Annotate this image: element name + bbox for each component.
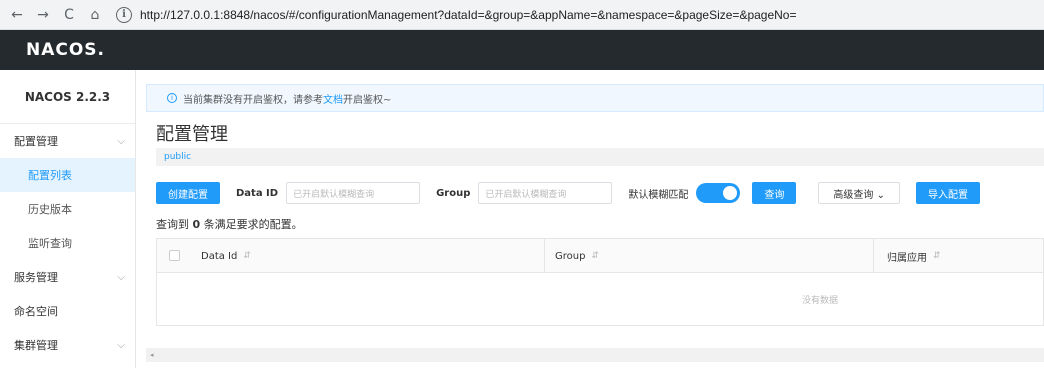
sidebar-item-namespace[interactable]: 命名空间 xyxy=(0,294,135,328)
search-button[interactable]: 查询 xyxy=(752,182,797,204)
group-input[interactable]: 已开启默认模糊查询 xyxy=(478,182,613,204)
sidebar-item-config-management[interactable]: 配置管理 ⌵ xyxy=(0,124,135,158)
page-title: 配置管理 xyxy=(156,124,228,145)
sidebar-item-label: 监听查询 xyxy=(28,237,72,250)
version-label: NACOS 2.2.3 xyxy=(0,70,135,124)
filter-bar: 创建配置 Data ID 已开启默认模糊查询 Group 已开启默认模糊查询 默… xyxy=(156,182,1044,204)
import-config-button[interactable]: 导入配置 xyxy=(915,182,980,204)
namespace-public[interactable]: public xyxy=(164,152,191,162)
reload-icon[interactable]: C xyxy=(58,4,80,26)
sidebar-item-history[interactable]: 历史版本 xyxy=(0,192,135,226)
top-header: NACOS. xyxy=(0,30,1044,70)
sort-icon[interactable]: ⇵ xyxy=(591,251,599,261)
namespace-bar: public xyxy=(156,148,1044,166)
sidebar-item-label: 服务管理 xyxy=(14,271,58,284)
result-suffix: 条满足要求的配置。 xyxy=(200,218,303,231)
result-count: 0 xyxy=(192,218,201,231)
chevron-down-icon: ⌵ xyxy=(117,339,125,351)
notice-text-end: 开启鉴权~ xyxy=(343,94,392,106)
sort-icon[interactable]: ⇵ xyxy=(933,251,941,261)
column-divider xyxy=(544,239,545,273)
column-label: Data Id xyxy=(201,250,238,262)
sidebar-item-label: 命名空间 xyxy=(14,305,58,318)
dataid-input[interactable]: 已开启默认模糊查询 xyxy=(286,182,421,204)
auth-notice: i 当前集群没有开启鉴权，请参考 文档 开启鉴权~ xyxy=(146,84,1044,112)
column-divider xyxy=(873,239,874,273)
browser-toolbar: ← → C ⌂ i http://127.0.0.1:8848/nacos/#/… xyxy=(0,0,1044,30)
sidebar: NACOS 2.2.3 配置管理 ⌵ 配置列表 历史版本 监听查询 服务管理 ⌵… xyxy=(0,70,136,368)
column-group[interactable]: Group ⇵ xyxy=(555,239,599,273)
create-config-button[interactable]: 创建配置 xyxy=(156,182,220,204)
site-info-icon[interactable]: i xyxy=(116,6,132,23)
sidebar-item-label: 历史版本 xyxy=(28,203,72,216)
info-icon: i xyxy=(167,93,177,103)
address-bar[interactable]: http://127.0.0.1:8848/nacos/#/configurat… xyxy=(140,8,796,22)
sidebar-item-label: 配置管理 xyxy=(14,135,58,148)
dataid-label: Data ID xyxy=(236,187,279,199)
select-all-checkbox[interactable] xyxy=(169,250,180,261)
sort-icon[interactable]: ⇵ xyxy=(243,251,251,261)
advanced-query-dropdown[interactable]: 高级查询 ⌄ xyxy=(818,182,900,204)
fuzzy-match-toggle[interactable] xyxy=(696,183,741,203)
result-prefix: 查询到 xyxy=(156,218,193,231)
main-content: i 当前集群没有开启鉴权，请参考 文档 开启鉴权~ 配置管理 public 创建… xyxy=(146,70,1044,368)
column-dataid[interactable]: Data Id ⇵ xyxy=(201,239,251,273)
back-arrow-icon[interactable]: ← xyxy=(6,4,28,26)
chevron-down-icon: ⌵ xyxy=(117,135,125,147)
docs-link[interactable]: 文档 xyxy=(323,91,343,106)
forward-arrow-icon[interactable]: → xyxy=(32,4,54,26)
column-label: Group xyxy=(555,250,586,262)
column-label: 归属应用 xyxy=(887,252,927,264)
result-summary: 查询到 0 条满足要求的配置。 xyxy=(156,216,303,232)
fuzzy-match-label: 默认模糊匹配 xyxy=(628,189,689,201)
sidebar-item-cluster-management[interactable]: 集群管理 ⌵ xyxy=(0,328,135,362)
nacos-logo[interactable]: NACOS. xyxy=(26,40,105,60)
sidebar-item-label: 集群管理 xyxy=(14,339,58,352)
chevron-down-icon: ⌵ xyxy=(117,271,125,283)
scroll-left-arrow-icon[interactable]: ◂ xyxy=(150,351,154,359)
sidebar-item-service-management[interactable]: 服务管理 ⌵ xyxy=(0,260,135,294)
config-table: Data Id ⇵ Group ⇵ 归属应用 ⇵ 没有数据 xyxy=(156,238,1044,326)
sidebar-item-config-list[interactable]: 配置列表 xyxy=(0,158,135,192)
group-label: Group xyxy=(436,187,471,199)
column-app[interactable]: 归属应用 ⇵ xyxy=(887,239,941,273)
empty-state: 没有数据 xyxy=(801,295,838,306)
notice-text: 当前集群没有开启鉴权，请参考 xyxy=(183,94,323,106)
home-icon[interactable]: ⌂ xyxy=(84,4,106,26)
sidebar-item-listener-query[interactable]: 监听查询 xyxy=(0,226,135,260)
horizontal-scrollbar[interactable]: ◂ xyxy=(146,348,1044,362)
table-header: Data Id ⇵ Group ⇵ 归属应用 ⇵ xyxy=(157,239,1043,273)
sidebar-item-label: 配置列表 xyxy=(28,169,72,182)
